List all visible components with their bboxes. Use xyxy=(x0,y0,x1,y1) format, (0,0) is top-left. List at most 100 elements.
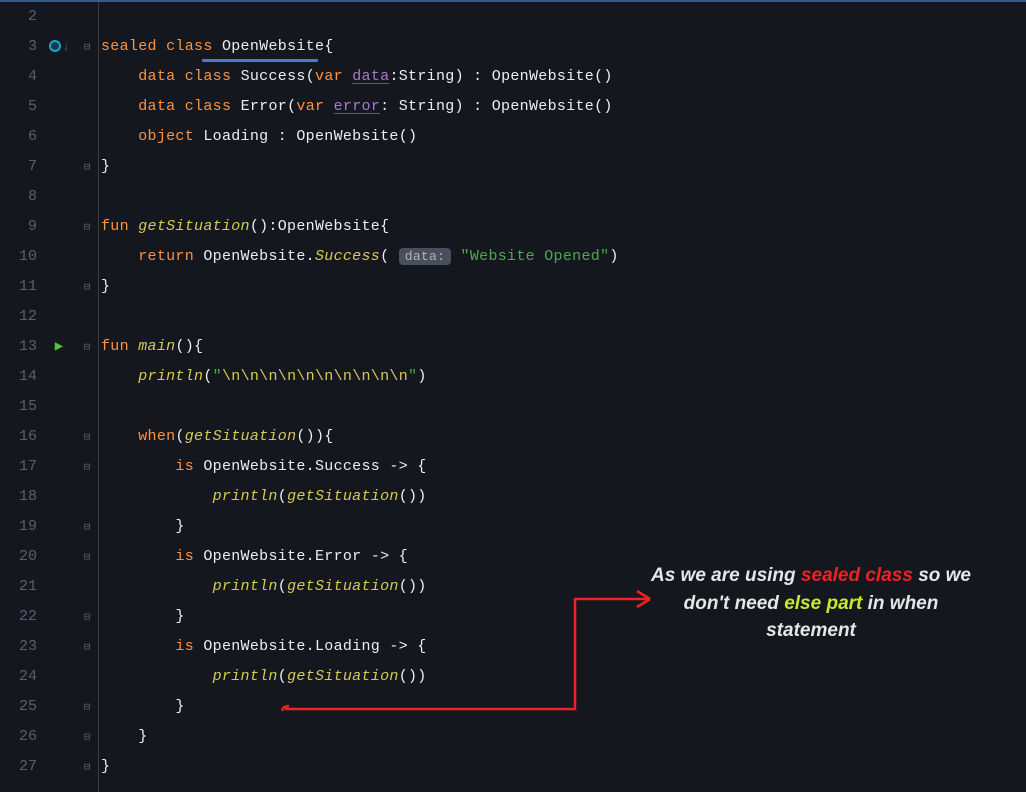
fold-icon[interactable]: ⊟ xyxy=(73,602,101,632)
code-line[interactable]: sealed class OpenWebsite{ xyxy=(101,32,1026,62)
code-line[interactable] xyxy=(101,392,1026,422)
fold-icon[interactable]: ⊟ xyxy=(73,452,101,482)
code-line[interactable]: println(getSituation()) xyxy=(101,482,1026,512)
fold-icon[interactable]: ⊟ xyxy=(73,422,101,452)
gutter-cell xyxy=(45,302,73,332)
gutter-cell xyxy=(73,242,101,272)
gutter-cell xyxy=(45,542,73,572)
code-line[interactable]: println(getSituation()) xyxy=(101,662,1026,692)
gutter-cell xyxy=(45,512,73,542)
code-line[interactable]: } xyxy=(101,692,1026,722)
code-line[interactable]: when(getSituation()){ xyxy=(101,422,1026,452)
gutter-cell xyxy=(45,632,73,662)
anno-text-else: else part xyxy=(784,593,862,614)
anno-text-1: As we are using xyxy=(651,565,801,586)
line-number: 8 xyxy=(0,182,37,212)
gutter-cell xyxy=(45,242,73,272)
gutter-cell xyxy=(73,62,101,92)
line-number: 3 xyxy=(0,32,37,62)
line-number: 11 xyxy=(0,272,37,302)
code-line[interactable]: return OpenWebsite.Success( data: "Websi… xyxy=(101,242,1026,272)
fold-icon[interactable]: ⊟ xyxy=(73,212,101,242)
gutter-cell xyxy=(45,2,73,32)
fold-icon[interactable]: ⊟ xyxy=(73,632,101,662)
line-number: 15 xyxy=(0,392,37,422)
line-number: 6 xyxy=(0,122,37,152)
gutter-cell xyxy=(45,662,73,692)
code-line[interactable]: println("\n\n\n\n\n\n\n\n\n\n") xyxy=(101,362,1026,392)
code-line[interactable]: object Loading : OpenWebsite() xyxy=(101,122,1026,152)
gutter-cell xyxy=(73,92,101,122)
gutter-cell xyxy=(45,62,73,92)
code-line[interactable] xyxy=(101,2,1026,32)
code-line[interactable]: fun getSituation():OpenWebsite{ xyxy=(101,212,1026,242)
gutter-cell xyxy=(45,602,73,632)
code-line[interactable]: data class Error(var error: String) : Op… xyxy=(101,92,1026,122)
code-line[interactable]: } xyxy=(101,272,1026,302)
gutter-cell xyxy=(73,122,101,152)
line-number: 18 xyxy=(0,482,37,512)
gutter-cell xyxy=(45,452,73,482)
line-number: 2 xyxy=(0,2,37,32)
gutter-cell xyxy=(73,302,101,332)
fold-icon[interactable]: ⊟ xyxy=(73,272,101,302)
gutter-cell xyxy=(45,362,73,392)
line-number: 12 xyxy=(0,302,37,332)
code-line[interactable]: fun main(){ xyxy=(101,332,1026,362)
gutter-cell xyxy=(45,182,73,212)
gutter-cell xyxy=(45,572,73,602)
line-number: 5 xyxy=(0,92,37,122)
line-number: 25 xyxy=(0,692,37,722)
line-number: 20 xyxy=(0,542,37,572)
fold-icon[interactable]: ⊟ xyxy=(73,332,101,362)
fold-icon[interactable]: ⊟ xyxy=(73,752,101,782)
run-icon[interactable]: ▶ xyxy=(45,332,73,362)
gutter-cell xyxy=(73,182,101,212)
code-line[interactable]: data class Success(var data:String) : Op… xyxy=(101,62,1026,92)
fold-gutter: ⊟⊟⊟⊟⊟⊟⊟⊟⊟⊟⊟⊟⊟⊟ xyxy=(73,2,101,792)
code-line[interactable]: is OpenWebsite.Success -> { xyxy=(101,452,1026,482)
gutter-cell xyxy=(45,92,73,122)
line-number: 10 xyxy=(0,242,37,272)
gutter-cell xyxy=(45,722,73,752)
gutter-cell xyxy=(73,482,101,512)
gutter-cell xyxy=(45,752,73,782)
fold-icon[interactable]: ⊟ xyxy=(73,512,101,542)
gutter-cell xyxy=(73,2,101,32)
fold-icon[interactable]: ⊟ xyxy=(73,152,101,182)
line-number: 7 xyxy=(0,152,37,182)
anno-text-sealed: sealed class xyxy=(801,565,913,586)
code-line[interactable]: } xyxy=(101,152,1026,182)
gutter-cell xyxy=(73,572,101,602)
code-line[interactable] xyxy=(101,182,1026,212)
fold-icon[interactable]: ⊟ xyxy=(73,692,101,722)
line-number: 14 xyxy=(0,362,37,392)
gutter-cell xyxy=(45,272,73,302)
gutter-cell xyxy=(73,662,101,692)
code-line[interactable]: } xyxy=(101,722,1026,752)
run-gutter: ↓▶ xyxy=(45,2,73,792)
gutter-cell xyxy=(73,362,101,392)
fold-icon[interactable]: ⊟ xyxy=(73,32,101,62)
gutter-cell xyxy=(73,392,101,422)
gutter-cell xyxy=(45,422,73,452)
implementations-icon[interactable]: ↓ xyxy=(45,32,73,62)
line-number: 22 xyxy=(0,602,37,632)
selection-underline xyxy=(202,59,318,62)
gutter-cell xyxy=(45,392,73,422)
gutter-cell xyxy=(45,482,73,512)
line-number: 27 xyxy=(0,752,37,782)
code-line[interactable]: } xyxy=(101,752,1026,782)
fold-icon[interactable]: ⊟ xyxy=(73,722,101,752)
gutter-cell xyxy=(45,212,73,242)
code-editor: 2345678910111213141516171819202122232425… xyxy=(0,2,1026,792)
line-number: 16 xyxy=(0,422,37,452)
code-line[interactable]: } xyxy=(101,512,1026,542)
line-number: 24 xyxy=(0,662,37,692)
line-number: 26 xyxy=(0,722,37,752)
line-number: 4 xyxy=(0,62,37,92)
code-line[interactable] xyxy=(101,302,1026,332)
code-content[interactable]: sealed class OpenWebsite{ data class Suc… xyxy=(101,2,1026,792)
fold-icon[interactable]: ⊟ xyxy=(73,542,101,572)
annotation-text: As we are using sealed class so we don't… xyxy=(646,562,976,645)
